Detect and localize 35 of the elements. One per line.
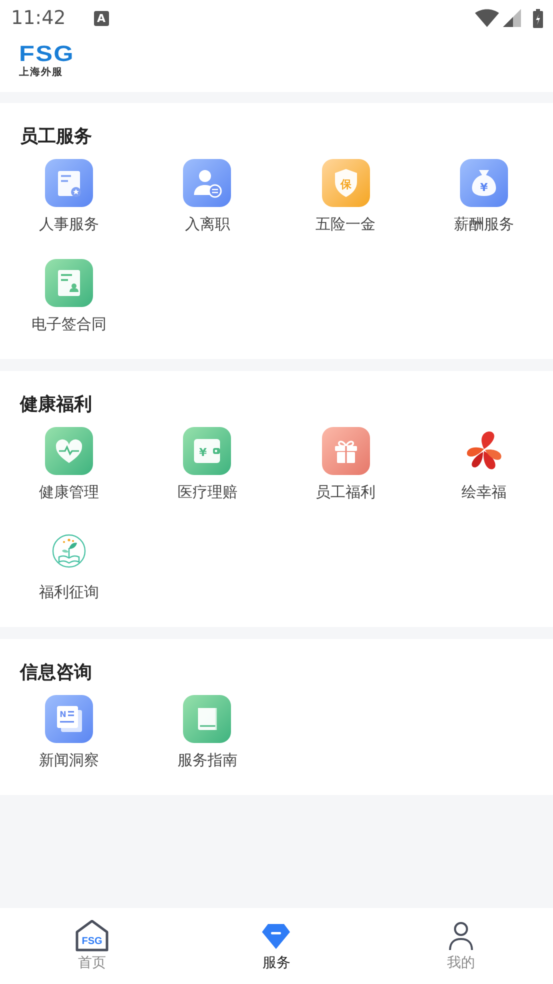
service-tile[interactable]: 福利征询 xyxy=(39,527,100,615)
service-tile[interactable]: 服务指南 xyxy=(177,695,238,783)
logo-caption: 上海外服 xyxy=(19,66,63,79)
newspaper-icon: N xyxy=(45,695,94,743)
status-time: 11:42 xyxy=(11,7,66,29)
money-bag-icon: ¥ xyxy=(460,159,508,207)
section-title: 信息咨询 xyxy=(20,661,92,685)
service-tile[interactable]: 电子签合同 xyxy=(32,259,107,347)
logo-mark: FSG xyxy=(19,44,74,64)
book-icon xyxy=(183,695,232,743)
gift-icon xyxy=(322,427,370,475)
shield-icon: 保 xyxy=(322,159,370,207)
person-icon xyxy=(183,159,232,207)
service-tile[interactable]: 入离职 xyxy=(183,159,232,247)
document-icon xyxy=(45,159,94,207)
service-tile[interactable]: ¥ 医疗理赔 xyxy=(177,427,238,515)
wallet-icon: ¥ xyxy=(183,427,232,475)
service-tile[interactable]: 保 五险一金 xyxy=(316,159,376,247)
signal-icon xyxy=(503,9,521,27)
nav-tab[interactable]: FSG 首页 xyxy=(0,920,184,972)
service-tile[interactable]: 员工福利 xyxy=(316,427,376,515)
section-title: 员工服务 xyxy=(20,125,92,149)
service-tile[interactable]: N 新闻洞察 xyxy=(39,695,100,783)
service-tile[interactable]: 人事服务 xyxy=(39,159,100,247)
battery-icon xyxy=(533,8,543,28)
wifi-icon xyxy=(475,9,499,27)
notification-icon: A xyxy=(94,10,109,26)
service-tile[interactable]: ¥ 薪酬服务 xyxy=(454,159,514,247)
home-icon: FSG xyxy=(75,920,110,952)
nav-tab[interactable]: 我的 xyxy=(368,920,553,972)
section-title: 健康福利 xyxy=(20,393,92,417)
nav-tab[interactable]: 服务 xyxy=(184,920,369,972)
contract-icon xyxy=(45,259,94,307)
service-tile[interactable]: 绘幸福 xyxy=(460,427,508,515)
service-tile[interactable]: 健康管理 xyxy=(39,427,100,515)
